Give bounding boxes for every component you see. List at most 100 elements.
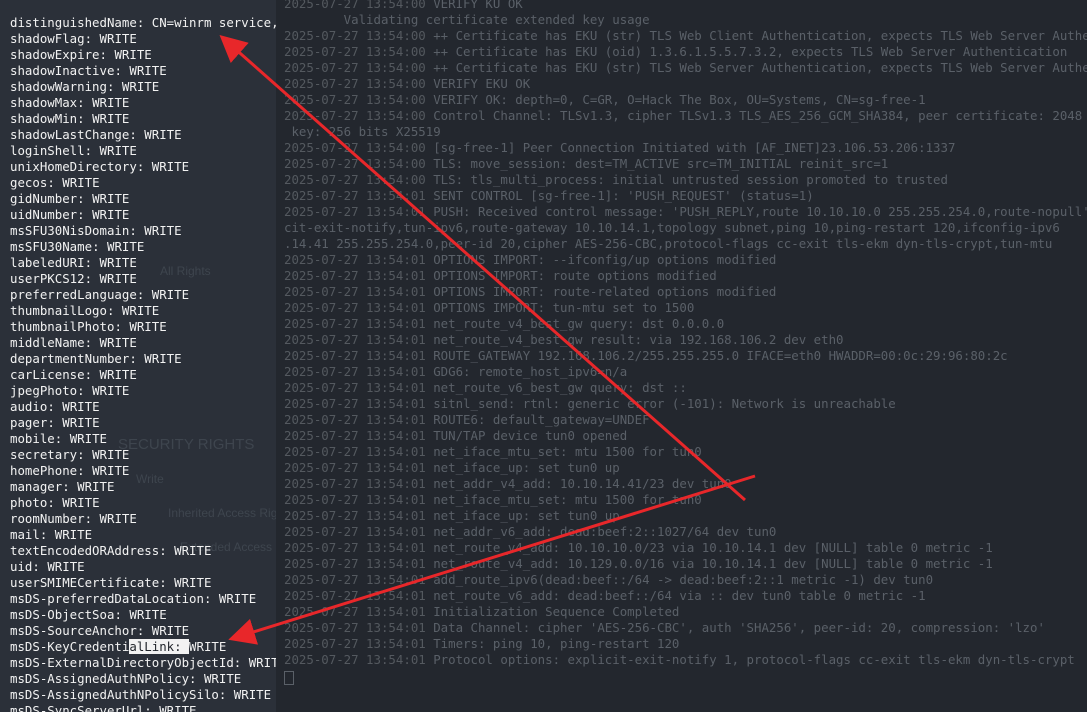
attribute-permission: WRITE (47, 559, 85, 574)
terminal-line: 2025-07-27 13:54:00 Control Channel: TLS… (284, 108, 1087, 124)
terminal-timestamp: 2025-07-27 13:54:01 (284, 204, 426, 219)
terminal-timestamp: 2025-07-27 13:54:01 (284, 284, 426, 299)
terminal-timestamp: 2025-07-27 13:54:00 (284, 92, 426, 107)
attribute-permission: WRITE (129, 319, 167, 334)
attribute-permission: WRITE (62, 415, 100, 430)
attribute-name: userSMIMECertificate (10, 575, 160, 590)
terminal-line: 2025-07-27 13:54:01 GDG6: remote_host_ip… (284, 364, 1087, 380)
attribute-name: gecos (10, 175, 48, 190)
attribute-row: shadowExpire: WRITE (10, 47, 152, 62)
attribute-name: audio (10, 399, 48, 414)
attribute-name: shadowFlag (10, 31, 85, 46)
terminal-timestamp: 2025-07-27 13:54:01 (284, 252, 426, 267)
terminal-timestamp: 2025-07-27 13:54:01 (284, 428, 426, 443)
terminal-timestamp: 2025-07-27 13:54:01 (284, 524, 426, 539)
attribute-name: msDS-AssignedAuthNPolicySilo (10, 687, 219, 702)
terminal-timestamp: 2025-07-27 13:54:01 (284, 556, 426, 571)
attribute-row: textEncodedORAddress: WRITE (10, 543, 212, 558)
attribute-permission: WRITE (218, 591, 257, 606)
attribute-output-panel: All Rights SECURITY RIGHTS Write Inherited … (0, 0, 276, 712)
terminal-line: 2025-07-27 13:54:01 net_iface_mtu_set: m… (284, 444, 1087, 460)
attribute-permission: WRITE (144, 223, 182, 238)
terminal-message: net_iface_up: set tun0 up (433, 508, 620, 523)
terminal-line: 2025-07-27 13:54:01 OPTIONS IMPORT: --if… (284, 252, 1087, 268)
terminal-line: 2025-07-27 13:54:01 net_route_v4_add: 10… (284, 540, 1087, 556)
terminal-timestamp: 2025-07-27 13:54:01 (284, 652, 426, 667)
terminal-message: cit-exit-notify,tun-ipv6,route-gateway 1… (284, 220, 1060, 235)
terminal-message: ROUTE6: default_gateway=UNDEF (433, 412, 650, 427)
terminal-message: Protocol options: explicit-exit-notify 1… (433, 652, 1075, 667)
attribute-permission: WRITE (77, 479, 115, 494)
terminal-timestamp: 2025-07-27 13:54:01 (284, 268, 426, 283)
terminal-message: OPTIONS IMPORT: tun-mtu set to 1500 (433, 300, 695, 315)
terminal-message: net_iface_mtu_set: mtu 1500 for tun0 (433, 492, 702, 507)
attribute-row: gecos: WRITE (10, 175, 100, 190)
attribute-row: msDS-preferredDataLocation: WRITE (10, 591, 257, 606)
terminal-timestamp: 2025-07-27 13:54:01 (284, 364, 426, 379)
terminal-line: 2025-07-27 13:54:01 net_route_v6_best_gw… (284, 380, 1087, 396)
terminal-message: net_route_v4_add: 10.129.0.0/16 via 10.1… (433, 556, 993, 571)
attribute-name: uidNumber (10, 207, 78, 222)
terminal-message: net_iface_up: set tun0 up (433, 460, 620, 475)
attribute-name: msDS-SyncServerUrl (10, 703, 145, 712)
attribute-row: shadowMin: WRITE (10, 111, 130, 126)
attribute-row: secretary: WRITE (10, 447, 130, 462)
terminal-line: 2025-07-27 13:54:01 net_addr_v6_add: dea… (284, 524, 1087, 540)
attribute-row: mail: WRITE (10, 527, 93, 542)
terminal-line: 2025-07-27 13:54:00 ++ Certificate has E… (284, 44, 1087, 60)
terminal-message: VERIFY EKU OK (433, 76, 531, 91)
terminal-timestamp: 2025-07-27 13:54:00 (284, 108, 426, 123)
attribute-row: mobile: WRITE (10, 431, 107, 446)
attribute-row: userSMIMECertificate: WRITE (10, 575, 212, 590)
terminal-message: add_route_ipv6(dead:beef::/64 -> dead:be… (433, 572, 934, 587)
terminal-message: net_addr_v4_add: 10.10.14.41/23 dev tun0 (433, 476, 732, 491)
terminal-message: ++ Certificate has EKU (str) TLS Web Ser… (433, 60, 1087, 75)
attribute-name: thumbnailLogo (10, 303, 107, 318)
cursor-icon (284, 670, 294, 685)
terminal-line: 2025-07-27 13:54:01 net_route_v4_add: 10… (284, 556, 1087, 572)
attribute-name: distinguishedName (10, 15, 137, 30)
terminal-line: 2025-07-27 13:54:00 VERIFY EKU OK (284, 76, 1087, 92)
terminal-timestamp: 2025-07-27 13:54:01 (284, 316, 426, 331)
attribute-permission: WRITE (99, 255, 137, 270)
attribute-name: shadowExpire (10, 47, 100, 62)
terminal-line: 2025-07-27 13:54:01 Initialization Seque… (284, 604, 1087, 620)
attribute-permission: WRITE (174, 575, 212, 590)
attribute-permission: WRITE (99, 143, 137, 158)
terminal-timestamp: 2025-07-27 13:54:01 (284, 460, 426, 475)
attribute-row: msDS-AssignedAuthNPolicy: WRITE (10, 671, 242, 686)
attribute-text: WRITE (189, 639, 227, 654)
terminal-message: OPTIONS IMPORT: route options modified (433, 268, 717, 283)
attribute-name: mobile (10, 431, 55, 446)
attribute-row: thumbnailPhoto: WRITE (10, 319, 167, 334)
attribute-permission: WRITE (92, 463, 130, 478)
attribute-name: uid (10, 559, 33, 574)
terminal-timestamp: 2025-07-27 13:54:01 (284, 332, 426, 347)
attribute-permission: WRITE (62, 175, 100, 190)
terminal-message: Timers: ping 10, ping-restart 120 (433, 636, 680, 651)
attribute-permission: WRITE (92, 383, 130, 398)
selected-text-highlight[interactable]: alLink: (129, 639, 190, 654)
terminal-message: net_addr_v6_add: dead:beef:2::1027/64 de… (433, 524, 777, 539)
attribute-name: manager (10, 479, 63, 494)
terminal-timestamp: 2025-07-27 13:54:01 (284, 476, 426, 491)
attribute-row: preferredLanguage: WRITE (10, 287, 190, 302)
attribute-row: carLicense: WRITE (10, 367, 137, 382)
terminal-line: 2025-07-27 13:54:01 net_addr_v4_add: 10.… (284, 476, 1087, 492)
attribute-row: photo: WRITE (10, 495, 100, 510)
terminal-line: 2025-07-27 13:54:01 ROUTE6: default_gate… (284, 412, 1087, 428)
attribute-permission: WRITE (99, 31, 137, 46)
terminal-prompt[interactable] (284, 668, 1087, 685)
terminal-line: 2025-07-27 13:54:01 net_iface_up: set tu… (284, 508, 1087, 524)
terminal-line: 2025-07-27 13:54:01 OPTIONS IMPORT: tun-… (284, 300, 1087, 316)
terminal-line: 2025-07-27 13:54:01 net_iface_up: set tu… (284, 460, 1087, 476)
attribute-name: shadowLastChange (10, 127, 130, 142)
terminal-timestamp: 2025-07-27 13:54:01 (284, 508, 426, 523)
terminal-line: 2025-07-27 13:54:01 SENT CONTROL [sg-fre… (284, 188, 1087, 204)
terminal-timestamp: 2025-07-27 13:54:01 (284, 396, 426, 411)
attribute-permission: CN=winrm service,CN=Users,DC=fluffy,DC=h… (151, 15, 276, 30)
terminal-timestamp: 2025-07-27 13:54:01 (284, 412, 426, 427)
terminal-line: 2025-07-27 13:54:01 OPTIONS IMPORT: rout… (284, 284, 1087, 300)
terminal-timestamp: 2025-07-27 13:54:00 (284, 44, 426, 59)
terminal-line: 2025-07-27 13:54:00 TLS: tls_multi_proce… (284, 172, 1087, 188)
